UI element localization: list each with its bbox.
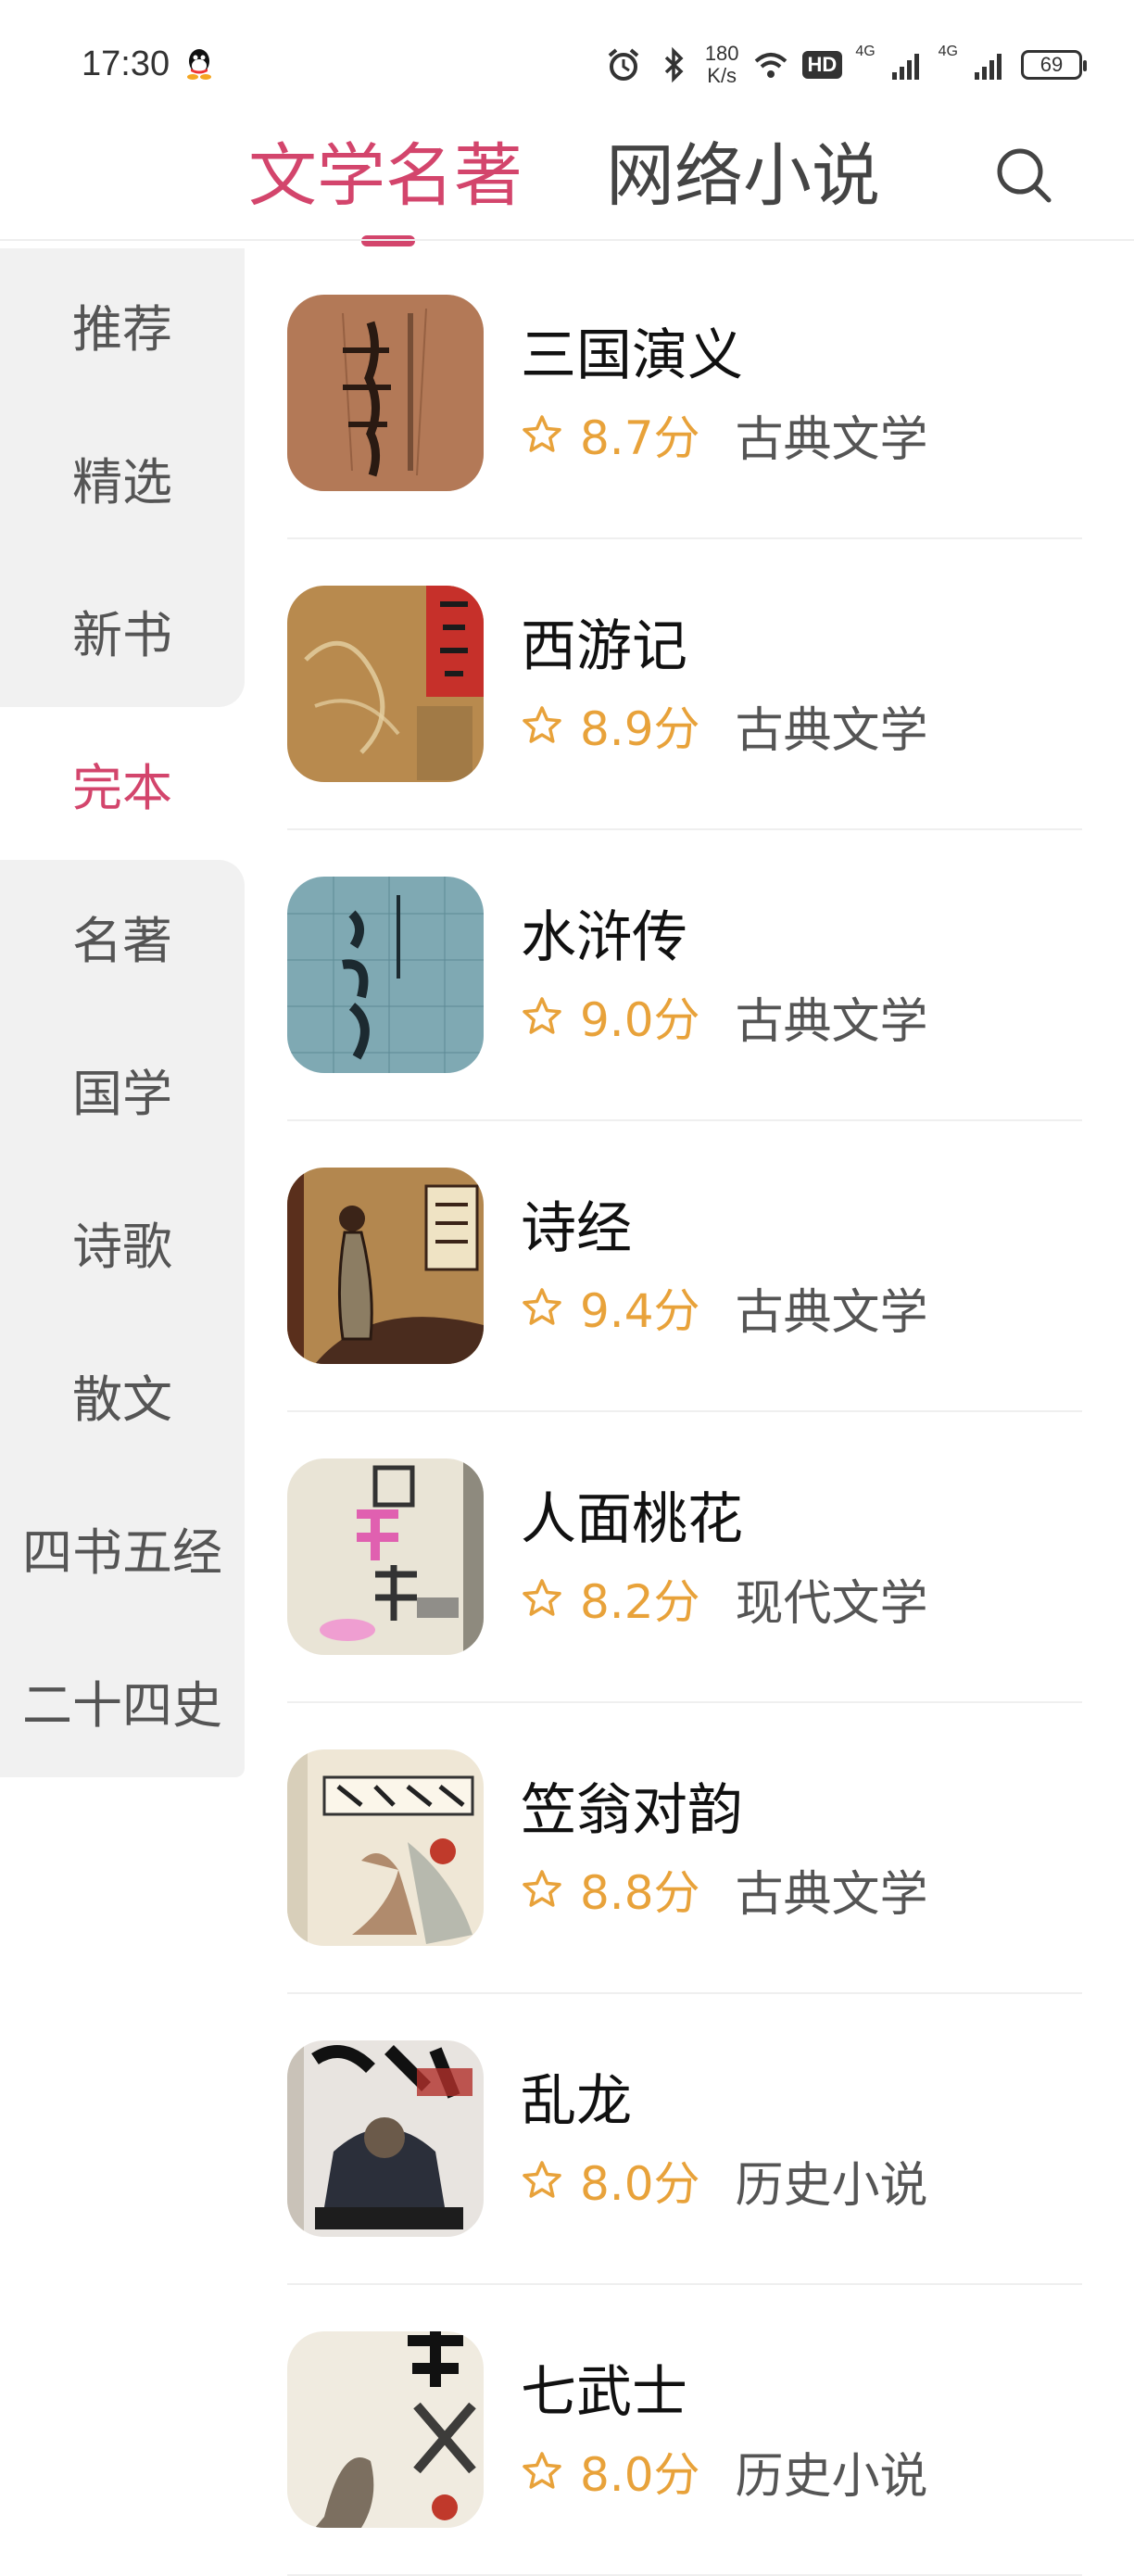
book-cover [287,1458,484,1655]
net-speed-unit: K/s [707,64,737,87]
network-speed: 180 K/s [705,43,739,87]
book-item[interactable]: 西游记 8.9分 古典文学 [245,539,1134,830]
sidebar-item-completed[interactable]: 完本 [0,707,245,860]
divider [0,239,1134,241]
book-meta: 8.0分 历史小说 [521,2148,928,2214]
star-outline-icon [523,415,561,452]
status-time: 17:30 [82,44,170,83]
book-cover [287,295,484,491]
book-genre: 古典文学 [735,993,928,1050]
book-item[interactable]: 人面桃花 8.2分 现代文学 [245,1412,1134,1703]
bluetooth-icon [664,46,684,83]
book-cover [287,586,484,782]
book-title: 人面桃花 [521,1487,743,1552]
book-meta: 8.7分 古典文学 [521,402,928,468]
book-meta: 8.0分 历史小说 [521,2439,928,2505]
sim1-network-label: 4G [855,44,876,59]
book-genre: 古典文学 [735,1866,928,1923]
sim2-network-label: 4G [938,44,958,59]
star-outline-icon [523,2452,561,2489]
book-title: 西游记 [521,614,687,679]
book-score: 9.0分 [580,993,700,1047]
star-outline-icon [523,706,561,743]
tab-indicator [361,235,415,246]
wifi-icon [754,53,787,78]
star-outline-icon [523,997,561,1034]
sidebar-item-sinology[interactable]: 国学 [0,1013,245,1166]
signal-icon [891,54,919,80]
book-genre: 现代文学 [735,1575,928,1632]
status-bar: 17:30 180 K/s HD 4G 4G 69 [0,0,1134,130]
hd-badge: HD [801,51,843,79]
book-list: 三国演义 8.7分 古典文学 西游记 8.9分 古典文学 水浒传 9.0分 古典… [245,248,1134,2576]
book-item[interactable]: 笠翁对韵 8.8分 古典文学 [245,1703,1134,1994]
sidebar-item-histories[interactable]: 二十四史 [0,1624,245,1777]
book-item[interactable]: 诗经 9.4分 古典文学 [245,1121,1134,1412]
sidebar-item-new[interactable]: 新书 [0,554,245,707]
book-title: 笠翁对韵 [521,1778,743,1843]
star-outline-icon [523,2161,561,2198]
battery-level: 69 [1040,53,1064,76]
book-genre: 古典文学 [735,1284,928,1341]
book-score: 8.0分 [580,2157,700,2211]
star-outline-icon [523,1870,561,1907]
sidebar-item-featured[interactable]: 精选 [0,401,245,554]
book-meta: 9.0分 古典文学 [521,984,928,1050]
book-meta: 8.2分 现代文学 [521,1566,928,1632]
tab-classics[interactable]: 文学名著 [248,130,523,222]
book-meta: 9.4分 古典文学 [521,1275,928,1341]
sidebar-item-four-books[interactable]: 四书五经 [0,1471,245,1624]
book-genre: 古典文学 [735,702,928,759]
book-title: 乱龙 [521,2069,632,2134]
book-genre: 古典文学 [735,411,928,468]
book-meta: 8.9分 古典文学 [521,693,928,759]
top-tabs: 文学名著 网络小说 [0,130,1134,246]
alarm-icon [608,48,639,81]
signal-icon [975,54,1002,80]
sidebar-item-poetry[interactable]: 诗歌 [0,1166,245,1319]
sidebar-item-prose[interactable]: 散文 [0,1319,245,1471]
search-icon[interactable] [991,143,1056,208]
book-cover [287,1168,484,1364]
book-title: 七武士 [521,2360,687,2425]
book-genre: 历史小说 [735,2157,928,2214]
book-item[interactable]: 乱龙 8.0分 历史小说 [245,1994,1134,2285]
star-outline-icon [523,1288,561,1325]
book-item[interactable]: 水浒传 9.0分 古典文学 [245,830,1134,1121]
book-cover [287,1749,484,1946]
battery-icon: 69 [1021,50,1087,80]
book-genre: 历史小说 [735,2448,928,2505]
category-sidebar: 推荐 精选 新书 完本 名著 国学 诗歌 散文 四书五经 二十四史 [0,248,245,1777]
star-outline-icon [523,1579,561,1616]
book-score: 9.4分 [580,1284,700,1338]
net-speed-value: 180 [704,42,739,65]
book-cover [287,877,484,1073]
book-cover [287,2331,484,2528]
book-score: 8.8分 [580,1866,700,1920]
book-item[interactable]: 七武士 8.0分 历史小说 [245,2285,1134,2576]
book-title: 水浒传 [521,905,687,970]
status-icons: 180 K/s HD 4G 4G 69 [605,37,1087,93]
book-score: 8.2分 [580,1575,700,1629]
qq-icon [187,49,211,80]
book-score: 8.7分 [580,411,700,465]
book-score: 8.9分 [580,702,700,756]
tab-web-novels[interactable]: 网络小说 [606,130,880,222]
book-item[interactable]: 三国演义 8.7分 古典文学 [245,248,1134,539]
sidebar-item-masterpieces[interactable]: 名著 [0,860,245,1013]
book-title: 诗经 [521,1196,632,1261]
book-score: 8.0分 [580,2448,700,2502]
book-cover [287,2040,484,2237]
sidebar-item-recommended[interactable]: 推荐 [0,248,245,401]
book-title: 三国演义 [521,323,743,388]
book-meta: 8.8分 古典文学 [521,1857,928,1923]
